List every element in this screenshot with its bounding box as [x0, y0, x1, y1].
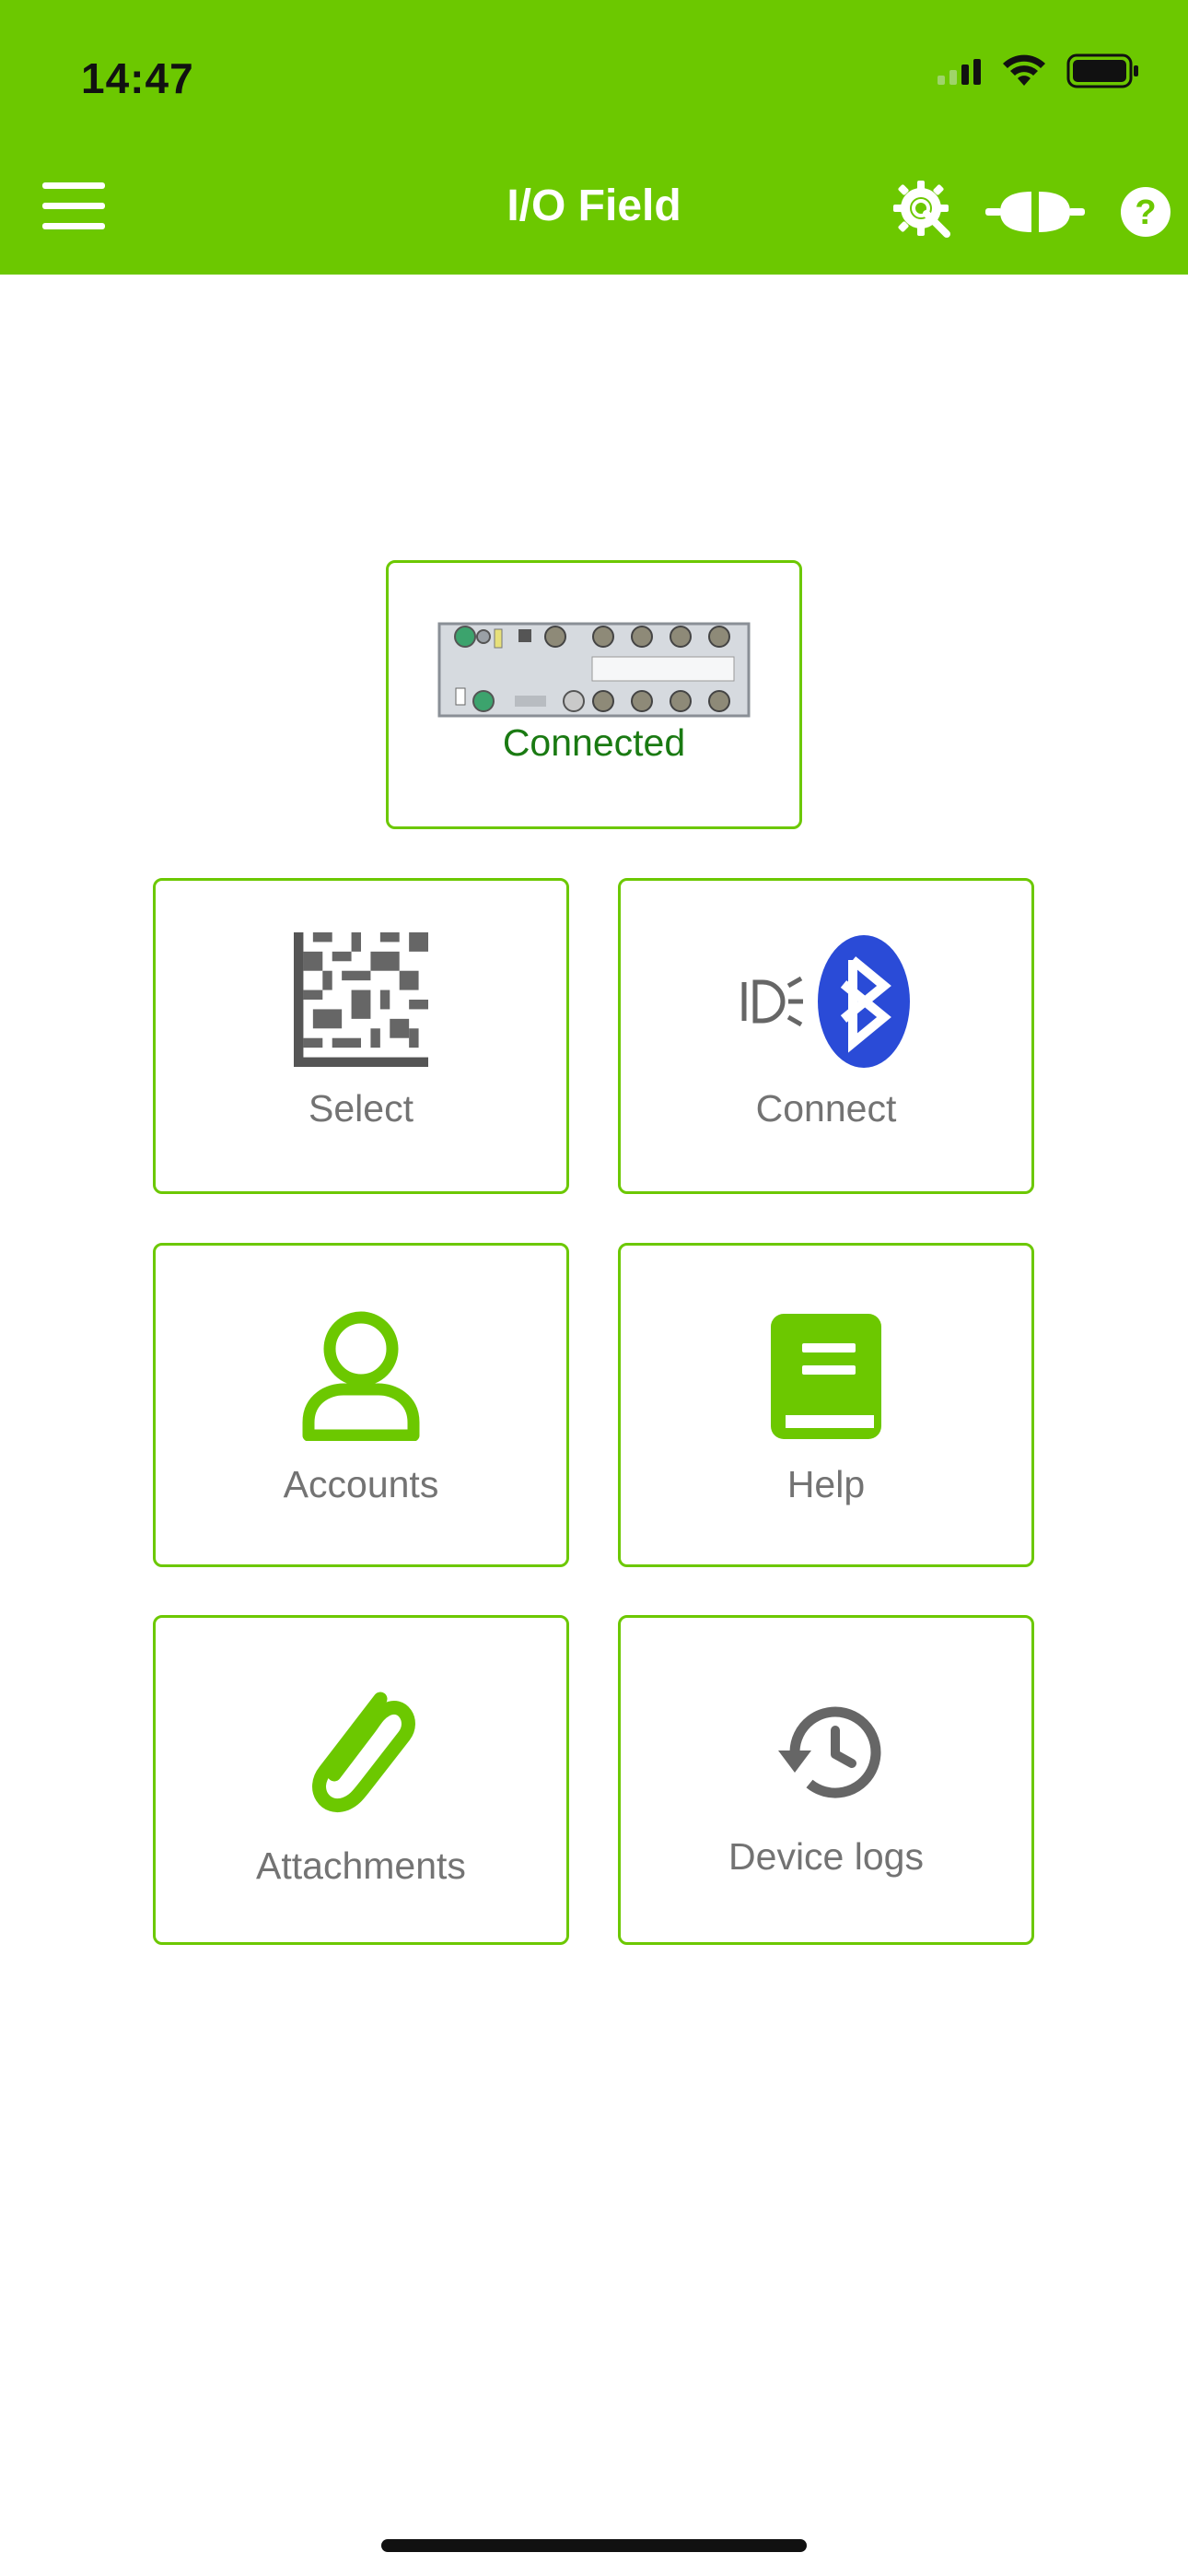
bluetooth-icon — [741, 935, 910, 1068]
connect-tile[interactable]: Connect — [618, 878, 1034, 1194]
help-tile[interactable]: Help — [618, 1243, 1034, 1567]
signal-icon — [938, 59, 981, 85]
accounts-tile[interactable]: Accounts — [153, 1243, 569, 1567]
datamatrix-icon — [294, 932, 428, 1067]
wifi-icon — [1003, 54, 1045, 86]
io-module-icon — [437, 622, 751, 718]
status-time: 14:47 — [81, 54, 194, 102]
help-icon[interactable]: ? — [1120, 186, 1171, 238]
book-icon — [771, 1314, 881, 1439]
attachments-label: Attachments — [256, 1844, 466, 1887]
select-label: Select — [309, 1087, 413, 1130]
battery-icon — [1066, 53, 1138, 88]
connection-status: Connected — [502, 721, 686, 764]
help-label: Help — [786, 1463, 866, 1505]
plug-icon[interactable] — [985, 184, 1085, 240]
attachments-tile[interactable]: Attachments — [153, 1615, 569, 1945]
home-indicator[interactable] — [381, 2539, 807, 2552]
settings-search-icon[interactable] — [891, 179, 956, 243]
accounts-label: Accounts — [283, 1463, 439, 1505]
history-icon — [778, 1706, 881, 1798]
app-header: 14:47 I/O Field ? — [0, 0, 1188, 275]
svg-text:?: ? — [1135, 193, 1156, 232]
device-logs-label: Device logs — [728, 1835, 924, 1878]
user-icon — [302, 1311, 420, 1441]
status-icons — [938, 53, 1140, 88]
select-tile[interactable]: Select — [153, 878, 569, 1194]
device-status-tile[interactable]: Connected — [386, 560, 802, 829]
paperclip-icon — [312, 1692, 415, 1813]
device-logs-tile[interactable]: Device logs — [618, 1615, 1034, 1945]
connect-label: Connect — [755, 1087, 897, 1130]
